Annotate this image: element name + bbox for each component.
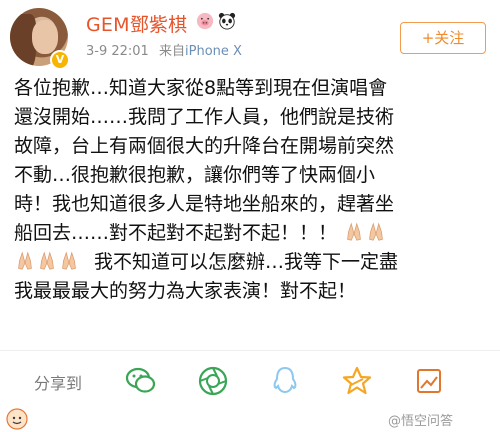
post-source-device[interactable]: iPhone X (185, 44, 242, 59)
post-line-text: 船回去……對不起對不起對不起！！！ (14, 222, 338, 244)
qzone-star-icon[interactable] (340, 364, 374, 398)
wukong-logo-icon (6, 408, 28, 430)
post-body: 各位抱歉…知道大家從8點等到現在但演唱會 還沒開始……我問了工作人員，他們說是技… (14, 74, 490, 306)
follow-button[interactable]: +关注 (400, 22, 486, 54)
watermark-text: @悟空问答 (388, 414, 454, 429)
post-line: 我不知道可以怎麼辦…我等下一定盡 (14, 248, 490, 277)
post-line: 故障，台上有兩個很大的升降台在開場前突然 (14, 135, 395, 157)
post-meta: 3-9 22:01 来自iPhone X (86, 40, 242, 59)
praying-hands-icon (365, 221, 387, 247)
post-line: 時！我也知道很多人是特地坐船來的，趕著坐 (14, 193, 395, 215)
divider (0, 350, 500, 351)
share-label: 分享到 (34, 374, 83, 393)
post-time: 3-9 22:01 (86, 44, 149, 59)
post-header: V GEM鄧紫棋 3-9 22:01 来自iPhone X +关注 (0, 0, 500, 70)
post-line: 船回去……對不起對不起對不起！！！ (14, 219, 490, 248)
post-line: 我最最最大的努力為大家表演！對不起！ (14, 280, 357, 302)
panda-emoji-icon (218, 12, 236, 30)
qq-icon[interactable] (268, 364, 302, 398)
image-share-icon[interactable] (412, 364, 446, 398)
praying-hands-icon (58, 250, 80, 276)
praying-hands-icon (343, 221, 365, 247)
pig-emoji-icon (196, 12, 214, 30)
user-name[interactable]: GEM鄧紫棋 (86, 10, 187, 37)
moments-icon[interactable] (196, 364, 230, 398)
post-line-text: 我不知道可以怎麼辦…我等下一定盡 (94, 251, 399, 273)
post-line: 各位抱歉…知道大家從8點等到現在但演唱會 (14, 77, 388, 99)
post-line: 不動…很抱歉很抱歉，讓你們等了快兩個小 (14, 164, 376, 186)
wechat-icon[interactable] (124, 364, 158, 398)
post-line: 還沒開始……我問了工作人員，他們說是技術 (14, 106, 395, 128)
post-source-prefix: 来自 (158, 44, 185, 59)
praying-hands-icon (14, 250, 36, 276)
verified-badge: V (50, 50, 70, 70)
share-bar: 分享到 (0, 356, 500, 404)
praying-hands-icon (36, 250, 58, 276)
